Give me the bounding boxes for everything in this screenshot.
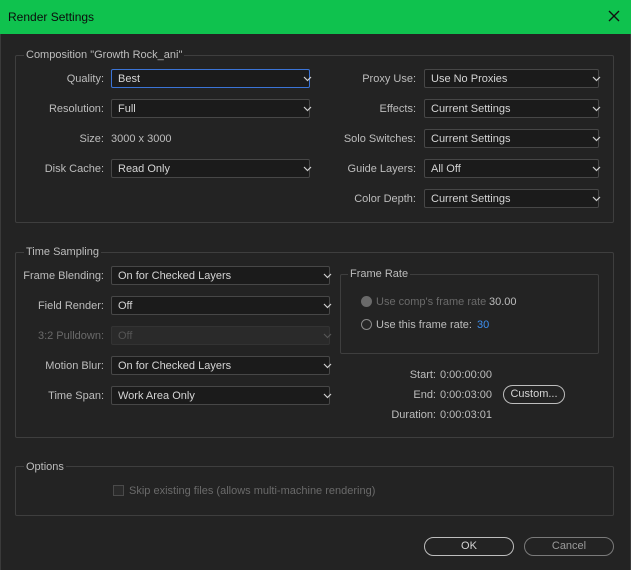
proxy-use-label: Proxy Use:: [362, 73, 416, 85]
disk-cache-value: Read Only: [118, 163, 170, 175]
motion-blur-label: Motion Blur:: [45, 360, 104, 372]
solo-switches-value: Current Settings: [431, 133, 511, 145]
duration-value: 0:00:03:01: [440, 409, 492, 421]
resolution-label: Resolution:: [48, 103, 104, 115]
ok-button[interactable]: OK: [424, 537, 514, 556]
effects-value: Current Settings: [431, 103, 511, 115]
solo-switches-select[interactable]: Current Settings: [424, 129, 601, 148]
guide-layers-value: All Off: [431, 163, 461, 175]
frame-rate-input[interactable]: 30: [477, 319, 489, 331]
frame-rate-heading: Frame Rate: [348, 268, 411, 280]
quality-value: Best: [118, 73, 141, 85]
start-value: 0:00:00:00: [440, 369, 492, 381]
field-render-value: Off: [118, 300, 133, 312]
options-heading: Options: [24, 461, 66, 473]
start-label: Start:: [409, 369, 436, 381]
effects-label: Effects:: [379, 103, 416, 115]
frame-blending-value: On for Checked Layers: [118, 270, 232, 282]
field-render-label: Field Render:: [37, 300, 104, 312]
frame-blending-label: Frame Blending:: [23, 270, 104, 282]
color-depth-label: Color Depth:: [354, 193, 416, 205]
use-comp-frame-rate-label: Use comp's frame rate: [376, 296, 487, 308]
guide-layers-label: Guide Layers:: [347, 163, 416, 175]
use-this-frame-rate-radio[interactable]: [361, 319, 372, 330]
cancel-button[interactable]: Cancel: [524, 537, 614, 556]
color-depth-select[interactable]: Current Settings: [424, 189, 601, 208]
end-value: 0:00:03:00: [440, 389, 492, 401]
use-comp-frame-rate-value: 30.00: [489, 296, 517, 308]
skip-existing-label: Skip existing files (allows multi-machin…: [129, 485, 376, 497]
time-sampling-heading: Time Sampling: [24, 246, 101, 258]
title-bar: Render Settings: [0, 0, 631, 34]
use-this-frame-rate-label[interactable]: Use this frame rate:: [376, 319, 472, 331]
composition-heading: Composition "Growth Rock_ani": [24, 49, 185, 61]
size-label: Size:: [79, 133, 104, 145]
field-render-select[interactable]: Off: [111, 296, 332, 315]
frame-blending-select[interactable]: On for Checked Layers: [111, 266, 332, 285]
duration-label: Duration:: [391, 409, 436, 421]
window-title: Render Settings: [8, 10, 95, 24]
size-value: 3000 x 3000: [111, 133, 172, 145]
disk-cache-select[interactable]: Read Only: [111, 159, 312, 178]
quality-label: Quality:: [66, 73, 104, 85]
pulldown-label: 3:2 Pulldown:: [37, 330, 104, 342]
resolution-select[interactable]: Full: [111, 99, 312, 118]
color-depth-value: Current Settings: [431, 193, 511, 205]
close-icon[interactable]: [603, 6, 625, 28]
frame-rate-group: [340, 274, 599, 354]
solo-switches-label: Solo Switches:: [343, 133, 416, 145]
proxy-use-select[interactable]: Use No Proxies: [424, 69, 601, 88]
time-span-select[interactable]: Work Area Only: [111, 386, 332, 405]
motion-blur-value: On for Checked Layers: [118, 360, 232, 372]
time-span-label: Time Span:: [48, 390, 104, 402]
proxy-use-value: Use No Proxies: [431, 73, 508, 85]
motion-blur-select[interactable]: On for Checked Layers: [111, 356, 332, 375]
skip-existing-checkbox: [113, 485, 124, 496]
use-comp-frame-rate-radio: [361, 296, 372, 307]
end-label: End:: [413, 389, 436, 401]
disk-cache-label: Disk Cache:: [44, 163, 104, 175]
pulldown-value: Off: [118, 330, 133, 342]
effects-select[interactable]: Current Settings: [424, 99, 601, 118]
quality-select[interactable]: Best: [111, 69, 312, 88]
time-span-value: Work Area Only: [118, 390, 195, 402]
custom-button[interactable]: Custom...: [503, 385, 565, 404]
resolution-value: Full: [118, 103, 136, 115]
guide-layers-select[interactable]: All Off: [424, 159, 601, 178]
pulldown-select: Off: [111, 326, 332, 345]
